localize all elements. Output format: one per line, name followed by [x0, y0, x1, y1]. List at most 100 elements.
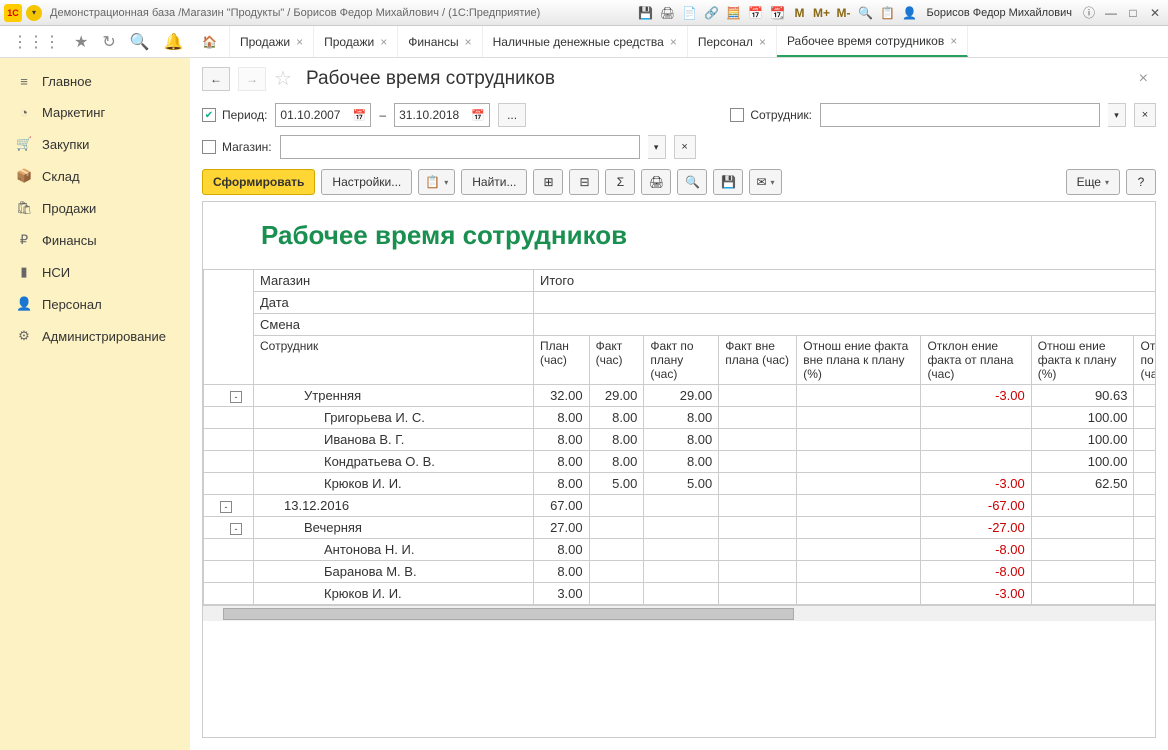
cell-value: 5.00 — [644, 473, 719, 495]
calendar-icon[interactable]: 📅 — [353, 109, 367, 122]
tab-5[interactable]: Рабочее время сотрудников× — [777, 26, 968, 57]
tab-home[interactable]: 🏠 — [190, 26, 230, 57]
close-icon[interactable]: × — [465, 35, 472, 49]
doc-icon[interactable]: 📄 — [680, 4, 698, 22]
info-icon[interactable]: ⓘ — [1080, 4, 1098, 22]
nav-back-button[interactable]: ← — [202, 67, 230, 91]
help-button[interactable]: ? — [1126, 169, 1156, 195]
date-from-input[interactable]: 01.10.2007📅 — [275, 103, 371, 127]
system-dropdown-icon[interactable]: ▾ — [26, 5, 42, 21]
sidebar-item-personnel[interactable]: 👤Персонал — [0, 288, 190, 320]
clipboard-icon[interactable]: 📋 — [878, 4, 896, 22]
sidebar-item-finance[interactable]: ₽Финансы — [0, 224, 190, 256]
gear-icon: ⚙ — [16, 328, 32, 344]
period-checkbox[interactable]: ✔ — [202, 108, 216, 122]
calc-icon[interactable]: 🧮 — [724, 4, 742, 22]
preview-button[interactable]: 🔍 — [677, 169, 707, 195]
tab-1[interactable]: Продажи× — [314, 26, 398, 57]
employee-dropdown[interactable]: ▾ — [1108, 103, 1126, 127]
link-icon[interactable]: 🔗 — [702, 4, 720, 22]
table-row[interactable]: -13.12.201667.00-67.00-67.00 — [204, 495, 1157, 517]
employee-checkbox[interactable] — [730, 108, 744, 122]
mem-mplus-icon[interactable]: M+ — [812, 4, 830, 22]
nav-forward-button[interactable]: → — [238, 67, 266, 91]
collapse-icon[interactable]: - — [230, 523, 242, 535]
collapse-icon[interactable]: - — [220, 501, 232, 513]
store-clear-button[interactable]: × — [674, 135, 696, 159]
save-report-button[interactable]: 💾 — [713, 169, 743, 195]
close-icon[interactable]: × — [670, 35, 677, 49]
variants-button[interactable]: 📋▾ — [418, 169, 455, 195]
cart-icon: 🛒 — [16, 136, 32, 152]
print-button[interactable]: 🖨 — [641, 169, 671, 195]
save-icon[interactable]: 💾 — [636, 4, 654, 22]
expand-button[interactable]: ⊞ — [533, 169, 563, 195]
sidebar-item-admin[interactable]: ⚙Администрирование — [0, 320, 190, 352]
hdr-store: Магазин — [254, 270, 534, 292]
table-row[interactable]: Баранова М. В.8.00-8.00-8.00 — [204, 561, 1157, 583]
cell-value: 8.00 — [534, 473, 590, 495]
settings-button[interactable]: Настройки... — [321, 169, 412, 195]
table-row[interactable]: -Вечерняя27.00-27.00-27.00 — [204, 517, 1157, 539]
close-icon[interactable]: × — [950, 34, 957, 48]
employee-input[interactable] — [820, 103, 1100, 127]
sidebar-item-marketing[interactable]: ◔Маркетинг — [0, 97, 190, 128]
tab-2[interactable]: Финансы× — [398, 26, 482, 57]
tab-3[interactable]: Наличные денежные средства× — [483, 26, 688, 57]
mem-m-icon[interactable]: M — [790, 4, 808, 22]
table-row[interactable]: Антонова Н. И.8.00-8.00-8.00 — [204, 539, 1157, 561]
store-checkbox[interactable] — [202, 140, 216, 154]
sidebar-item-warehouse[interactable]: 📦Склад — [0, 160, 190, 192]
find-button[interactable]: Найти... — [461, 169, 527, 195]
calendar-icon[interactable]: 📅 — [471, 109, 485, 122]
horizontal-scrollbar[interactable] — [203, 605, 1155, 621]
table-row[interactable]: Григорьева И. С.8.008.008.00100.00100 — [204, 407, 1157, 429]
table-row[interactable]: Крюков И. И.3.00-3.00-3.00 — [204, 583, 1157, 605]
tab-0[interactable]: Продажи× — [230, 26, 314, 57]
sidebar-item-main[interactable]: ≡Главное — [0, 66, 190, 97]
email-button[interactable]: ✉▾ — [749, 169, 781, 195]
cell-value: 8.00 — [534, 407, 590, 429]
notifications-icon[interactable]: 🔔 — [164, 32, 184, 52]
tab-4[interactable]: Персонал× — [688, 26, 777, 57]
apps-icon[interactable]: ⋮⋮⋮ — [12, 32, 60, 52]
sum-button[interactable]: Σ — [605, 169, 635, 195]
close-icon[interactable]: × — [296, 35, 303, 49]
sidebar-item-sales[interactable]: 🛍Продажи — [0, 192, 190, 224]
report-area[interactable]: Рабочее время сотрудников Магазин Итого … — [202, 201, 1156, 738]
store-dropdown[interactable]: ▾ — [648, 135, 666, 159]
date-to-input[interactable]: 31.10.2018📅 — [394, 103, 490, 127]
toolbar: Сформировать Настройки... 📋▾ Найти... ⊞ … — [190, 163, 1168, 201]
store-input[interactable] — [280, 135, 640, 159]
calendar-icon[interactable]: 📅 — [746, 4, 764, 22]
cell-value: -27.00 — [921, 517, 1031, 539]
collapse-icon[interactable]: - — [230, 391, 242, 403]
close-page-icon[interactable]: × — [1131, 70, 1156, 88]
table-row[interactable]: Иванова В. Г.8.008.008.00100.00100 — [204, 429, 1157, 451]
maximize-icon[interactable]: □ — [1124, 4, 1142, 22]
zoom-icon[interactable]: 🔍 — [856, 4, 874, 22]
print-icon[interactable]: 🖨 — [658, 4, 676, 22]
cell-value — [1134, 407, 1156, 429]
search-icon[interactable]: 🔍 — [130, 32, 150, 52]
history-icon[interactable]: ↻ — [102, 32, 115, 52]
close-window-icon[interactable]: ✕ — [1146, 4, 1164, 22]
generate-button[interactable]: Сформировать — [202, 169, 315, 195]
close-icon[interactable]: × — [380, 35, 387, 49]
sidebar-item-nsi[interactable]: ▮НСИ — [0, 256, 190, 288]
more-button[interactable]: Еще▾ — [1066, 169, 1120, 195]
date-icon[interactable]: 📆 — [768, 4, 786, 22]
employee-clear-button[interactable]: × — [1134, 103, 1156, 127]
table-row[interactable]: Крюков И. И.8.005.005.00-3.0062.50-3.006… — [204, 473, 1157, 495]
cell-value: 29.00 — [644, 385, 719, 407]
table-row[interactable]: Кондратьева О. В.8.008.008.00100.00100 — [204, 451, 1157, 473]
table-row[interactable]: -Утренняя32.0029.0029.00-3.0090.63-3.009… — [204, 385, 1157, 407]
period-more-button[interactable]: ... — [498, 103, 526, 127]
mem-mminus-icon[interactable]: M- — [834, 4, 852, 22]
collapse-button[interactable]: ⊟ — [569, 169, 599, 195]
favorite-icon[interactable]: ★ — [74, 32, 88, 52]
favorite-toggle-icon[interactable]: ☆ — [274, 66, 292, 91]
sidebar-item-purchases[interactable]: 🛒Закупки — [0, 128, 190, 160]
close-icon[interactable]: × — [759, 35, 766, 49]
minimize-icon[interactable]: — — [1102, 4, 1120, 22]
